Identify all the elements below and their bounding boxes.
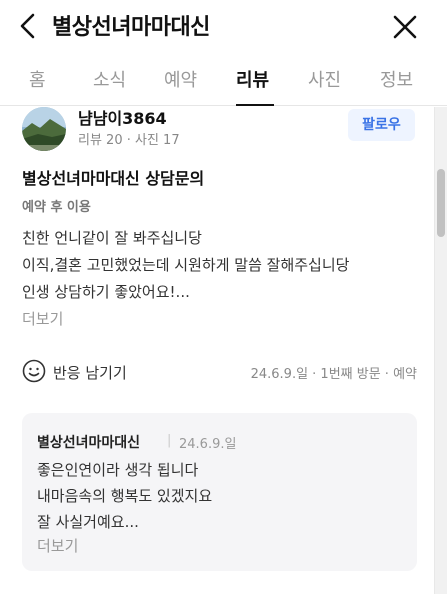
tab-reservation[interactable]: 예약	[164, 66, 197, 92]
scrollbar[interactable]	[434, 107, 447, 594]
review-text-line: 인생 상담하기 좋았어요!...	[22, 283, 190, 301]
page-title: 별상선녀마마대신	[52, 15, 210, 40]
avatar[interactable]	[22, 107, 66, 151]
tab-home[interactable]: 홈	[29, 66, 46, 92]
close-icon[interactable]	[390, 12, 420, 42]
tab-news[interactable]: 소식	[93, 66, 126, 92]
tab-bar: 홈 소식 예약 리뷰 사진 정보	[0, 52, 447, 106]
owner-reply-line: 내마음속의 행복도 있겠지요	[37, 487, 213, 505]
owner-reply-box: 별상선녀마마대신 | 24.6.9.일 좋은인연이라 생각 됩니다 내마음속의 …	[22, 413, 417, 571]
active-tab-indicator	[236, 104, 274, 106]
leave-reaction-button[interactable]: 반응 남기기	[53, 362, 127, 383]
header: 별상선녀마마대신	[0, 0, 447, 52]
review-place-title: 별상선녀마마대신 상담문의	[22, 169, 205, 188]
tab-reviews[interactable]: 리뷰	[236, 66, 269, 92]
owner-reply-separator: |	[167, 433, 172, 448]
reviewer-stats: 리뷰 20 · 사진 17	[78, 133, 180, 148]
scrollbar-thumb[interactable]	[437, 169, 445, 237]
smile-icon[interactable]	[22, 359, 46, 383]
review-text-line: 이직,결혼 고민했었는데 시원하게 말씀 잘해주십니당	[22, 256, 350, 274]
visit-meta: 24.6.9.일 · 1번째 방문 · 예약	[250, 367, 417, 382]
review-text-line: 친한 언니같이 잘 봐주십니당	[22, 229, 202, 247]
follow-button[interactable]: 팔로우	[348, 109, 415, 141]
back-arrow-icon[interactable]	[14, 10, 42, 42]
review-more-link[interactable]: 더보기	[22, 308, 63, 329]
owner-reply-line: 잘 사실거예요...	[37, 513, 139, 531]
owner-name: 별상선녀마마대신	[37, 435, 141, 451]
avatar-landscape-image	[22, 107, 66, 151]
review-content: 냠냠이3864 리뷰 20 · 사진 17 팔로우 별상선녀마마대신 상담문의 …	[0, 107, 433, 594]
reviewer-nickname[interactable]: 냠냠이3864	[78, 107, 167, 129]
owner-reply-more-link[interactable]: 더보기	[37, 535, 78, 556]
tab-info[interactable]: 정보	[380, 66, 413, 92]
visit-type-label: 예약 후 이용	[22, 200, 91, 215]
owner-reply-date: 24.6.9.일	[179, 437, 237, 452]
tab-photos[interactable]: 사진	[308, 66, 341, 92]
owner-reply-line: 좋은인연이라 생각 됩니다	[37, 461, 199, 479]
